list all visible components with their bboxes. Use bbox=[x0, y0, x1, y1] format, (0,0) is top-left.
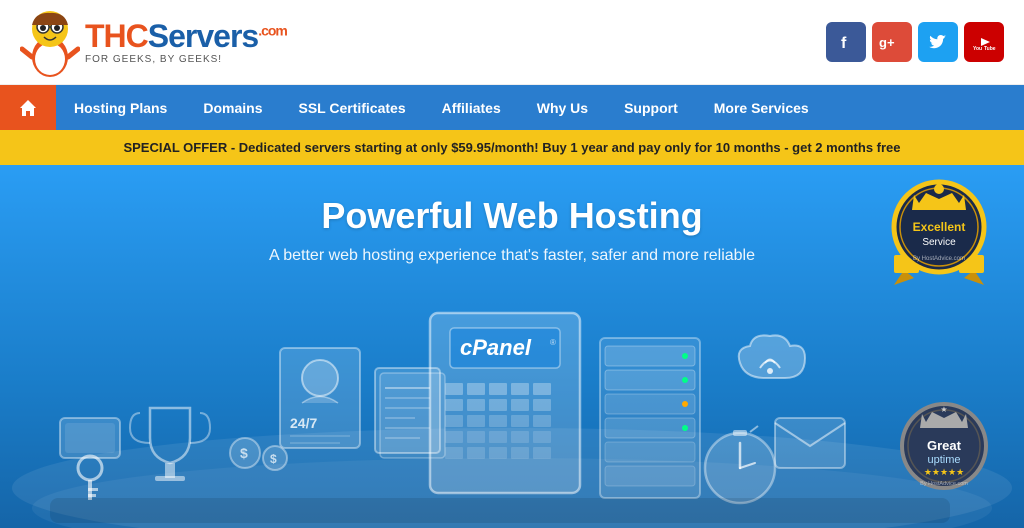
nav-why-us[interactable]: Why Us bbox=[519, 85, 606, 130]
svg-text:★★★★★: ★★★★★ bbox=[924, 467, 964, 477]
hero-subtitle: A better web hosting experience that's f… bbox=[269, 247, 755, 265]
twitter-button[interactable] bbox=[918, 22, 958, 62]
facebook-button[interactable]: f bbox=[826, 22, 866, 62]
logo-area[interactable]: THCServers.com FOR GEEKS, BY GEEKS! bbox=[20, 7, 287, 77]
nav-more-services[interactable]: More Services bbox=[696, 85, 827, 130]
svg-text:®: ® bbox=[550, 338, 556, 347]
logo-brand: THCServers.com bbox=[85, 20, 287, 52]
nav-hosting-plans[interactable]: Hosting Plans bbox=[56, 85, 185, 130]
svg-text:Service: Service bbox=[922, 237, 956, 248]
main-navigation: Hosting Plans Domains SSL Certificates A… bbox=[0, 85, 1024, 130]
hero-title: Powerful Web Hosting bbox=[321, 195, 702, 237]
badge-excellent-service: Excellent Service By HostAdvice.com bbox=[884, 175, 994, 285]
googleplus-button[interactable]: g+ bbox=[872, 22, 912, 62]
svg-text:★: ★ bbox=[940, 405, 947, 414]
special-offer-text: SPECIAL OFFER - Dedicated servers starti… bbox=[123, 140, 900, 155]
svg-text:cPanel: cPanel bbox=[460, 335, 532, 360]
svg-text:24/7: 24/7 bbox=[290, 415, 317, 431]
hero-section: Powerful Web Hosting A better web hostin… bbox=[0, 165, 1024, 528]
svg-text:g+: g+ bbox=[879, 35, 895, 50]
svg-text:f: f bbox=[841, 35, 847, 52]
svg-text:Excellent: Excellent bbox=[913, 220, 966, 234]
mascot-icon bbox=[20, 7, 80, 77]
svg-text:By HostAdvice.com: By HostAdvice.com bbox=[920, 481, 968, 487]
nav-home-button[interactable] bbox=[0, 85, 56, 130]
logo-text: THCServers.com FOR GEEKS, BY GEEKS! bbox=[85, 20, 287, 65]
svg-text:By HostAdvice.com: By HostAdvice.com bbox=[913, 256, 965, 262]
svg-text:You: You bbox=[973, 46, 982, 52]
special-offer-bar: SPECIAL OFFER - Dedicated servers starti… bbox=[0, 130, 1024, 165]
youtube-button[interactable]: You Tube bbox=[964, 22, 1004, 62]
svg-text:uptime: uptime bbox=[927, 454, 960, 466]
svg-text:Great: Great bbox=[927, 438, 962, 453]
nav-domains[interactable]: Domains bbox=[185, 85, 280, 130]
site-header: THCServers.com FOR GEEKS, BY GEEKS! f g+… bbox=[0, 0, 1024, 85]
logo-tagline: FOR GEEKS, BY GEEKS! bbox=[85, 54, 287, 65]
svg-text:$: $ bbox=[240, 445, 248, 461]
nav-support[interactable]: Support bbox=[606, 85, 696, 130]
svg-text:$: $ bbox=[270, 452, 277, 466]
badge-great-uptime: ★ Great uptime ★★★★★ By HostAdvice.com bbox=[894, 398, 994, 498]
svg-text:Tube: Tube bbox=[984, 46, 996, 52]
social-icons: f g+ You Tube bbox=[826, 22, 1004, 62]
hero-illustration: $ $ 24/7 bbox=[0, 308, 1024, 528]
nav-ssl-certificates[interactable]: SSL Certificates bbox=[280, 85, 423, 130]
nav-affiliates[interactable]: Affiliates bbox=[424, 85, 519, 130]
